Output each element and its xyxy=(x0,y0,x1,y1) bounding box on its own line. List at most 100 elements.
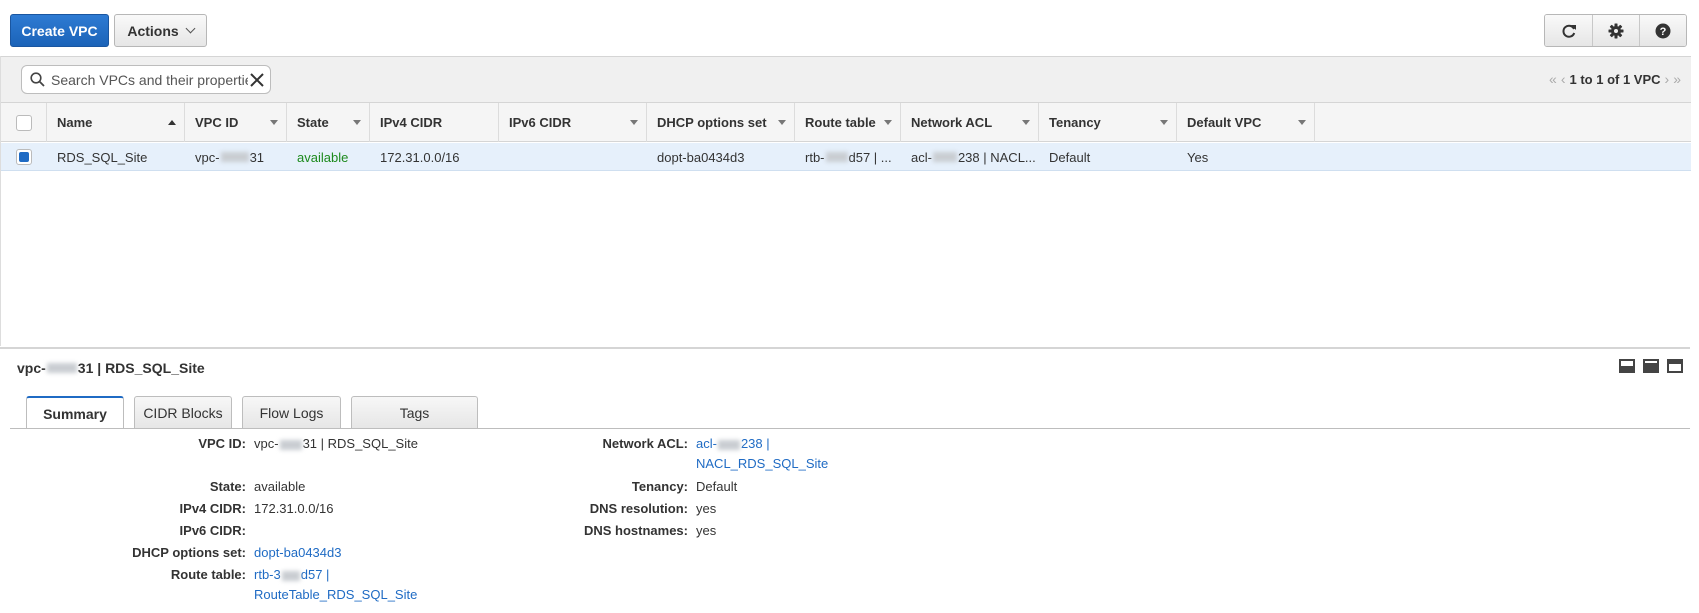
field-label: Tenancy: xyxy=(631,479,688,494)
help-button[interactable]: ? xyxy=(1639,15,1686,46)
detail-title: vpc- 31 | RDS_SQL_Site xyxy=(17,360,205,376)
cell-state: available xyxy=(297,149,349,165)
column-header-name[interactable]: Name xyxy=(47,103,185,142)
redacted-text xyxy=(717,439,740,450)
pagination: « ‹ 1 to 1 of 1 VPC › » xyxy=(1549,71,1681,87)
tool-group: ? xyxy=(1544,14,1687,47)
column-header-route-table[interactable]: Route table xyxy=(795,103,901,142)
field-value: Default xyxy=(696,479,738,494)
field-dns-resolution: DNS resolution: yes xyxy=(0,501,716,516)
column-header-vpc-id[interactable]: VPC ID xyxy=(185,103,287,142)
table-row[interactable]: RDS_SQL_Site vpc- 31 available 172.31.0.0… xyxy=(1,143,1691,171)
acl-prefix: acl- xyxy=(911,149,932,165)
field-label: Network ACL: xyxy=(602,436,688,451)
field-dns-hostnames: DNS hostnames: yes xyxy=(0,523,716,538)
layout-controls xyxy=(1619,359,1683,373)
column-label: Name xyxy=(57,115,93,130)
column-label: DHCP options set xyxy=(657,115,767,130)
acl-suffix: 238 | NACL... xyxy=(957,149,1036,165)
tab-cidr-blocks[interactable]: CIDR Blocks xyxy=(134,396,232,428)
column-header-tenancy[interactable]: Tenancy xyxy=(1039,103,1177,142)
first-page-icon[interactable]: « xyxy=(1549,71,1557,87)
tab-summary[interactable]: Summary xyxy=(26,396,124,429)
field-label: DHCP options set: xyxy=(132,545,246,560)
clear-search-icon[interactable] xyxy=(250,72,264,87)
column-header-dhcp[interactable]: DHCP options set xyxy=(647,103,795,142)
route-suffix: d57 | ... xyxy=(848,149,892,165)
cell-network-acl: acl- 238 | NACL... xyxy=(901,143,1039,171)
cell-default-vpc: Yes xyxy=(1187,149,1209,165)
settings-button[interactable] xyxy=(1592,15,1639,46)
route-prefix: rtb- xyxy=(805,149,825,165)
acl-prefix: acl- xyxy=(696,436,717,451)
layout-full-pane-icon[interactable] xyxy=(1667,359,1683,373)
tab-divider xyxy=(10,428,1690,429)
field-value: yes xyxy=(696,523,717,538)
column-header-ipv6-cidr[interactable]: IPv6 CIDR xyxy=(499,103,647,142)
column-label: Default VPC xyxy=(1187,115,1262,130)
column-label: IPv4 CIDR xyxy=(380,115,443,130)
chevron-down-icon xyxy=(185,23,196,34)
column-header-ipv4-cidr[interactable]: IPv4 CIDR xyxy=(370,103,499,142)
detail-title-suffix: 31 | RDS_SQL_Site xyxy=(77,360,205,376)
last-page-icon[interactable]: » xyxy=(1673,71,1681,87)
help-icon: ? xyxy=(1655,23,1671,38)
cell-dhcp: dopt-ba0434d3 xyxy=(657,149,745,165)
row-checkbox[interactable] xyxy=(16,149,32,165)
sort-icon xyxy=(1022,120,1030,125)
refresh-button[interactable] xyxy=(1545,15,1592,46)
sort-icon xyxy=(630,120,638,125)
route-table-name: RouteTable_RDS_SQL_Site xyxy=(254,587,418,602)
sort-asc-icon xyxy=(168,120,176,125)
route-table-link[interactable]: rtb-3 d57 | RouteTable_RDS_SQL_Site xyxy=(246,567,417,602)
actions-dropdown[interactable]: Actions xyxy=(114,14,207,47)
acl-name: NACL_RDS_SQL_Site xyxy=(696,456,829,471)
pager-text: 1 to 1 of 1 VPC xyxy=(1569,71,1661,87)
row-select-cell xyxy=(1,143,47,171)
select-all-checkbox[interactable] xyxy=(15,114,32,131)
column-header-state[interactable]: State xyxy=(287,103,370,142)
column-label: Tenancy xyxy=(1049,115,1101,130)
next-page-icon[interactable]: › xyxy=(1665,71,1670,87)
pane-splitter[interactable] xyxy=(0,347,1690,349)
field-route-table: Route table: rtb-3 d57 | RouteTable_RDS_SQ… xyxy=(0,567,417,602)
actions-label: Actions xyxy=(127,22,179,39)
column-header-default-vpc[interactable]: Default VPC xyxy=(1177,103,1315,142)
sort-icon xyxy=(353,120,361,125)
sort-icon xyxy=(270,120,278,125)
dhcp-link[interactable]: dopt-ba0434d3 xyxy=(246,545,341,560)
vpc-grid: « ‹ 1 to 1 of 1 VPC › » Name VPC ID Stat… xyxy=(0,56,1691,346)
redacted-text xyxy=(220,152,249,162)
table-header: Name VPC ID State IPv4 CIDR IPv6 CIDR DH… xyxy=(1,103,1691,142)
sort-icon xyxy=(884,120,892,125)
field-network-acl: Network ACL: acl- 238 | NACL_RDS_SQL_Site xyxy=(0,436,829,471)
create-vpc-button[interactable]: Create VPC xyxy=(10,14,109,47)
redacted-text xyxy=(932,152,957,162)
tab-flow-logs[interactable]: Flow Logs xyxy=(242,396,341,428)
search-input[interactable] xyxy=(49,70,250,89)
cell-tenancy: Default xyxy=(1049,149,1091,165)
sort-icon xyxy=(1160,120,1168,125)
tab-tags[interactable]: Tags xyxy=(351,396,478,428)
layout-small-pane-icon[interactable] xyxy=(1619,359,1635,373)
redacted-text xyxy=(281,570,300,581)
svg-text:?: ? xyxy=(1660,26,1667,38)
layout-half-pane-icon[interactable] xyxy=(1643,359,1659,373)
gear-icon xyxy=(1608,23,1624,38)
network-acl-link[interactable]: acl- 238 | NACL_RDS_SQL_Site xyxy=(688,436,828,471)
column-label: VPC ID xyxy=(195,115,239,130)
redacted-text xyxy=(825,152,848,162)
vpc-id-prefix: vpc- xyxy=(195,149,220,165)
route-suffix: d57 | xyxy=(300,567,330,582)
column-header-network-acl[interactable]: Network ACL xyxy=(901,103,1039,142)
field-tenancy: Tenancy: Default xyxy=(0,479,737,494)
detail-title-prefix: vpc- xyxy=(17,360,46,376)
search-bar: « ‹ 1 to 1 of 1 VPC › » xyxy=(1,56,1691,103)
prev-page-icon[interactable]: ‹ xyxy=(1561,71,1566,87)
field-label: Route table: xyxy=(170,567,246,582)
search-icon xyxy=(30,72,45,87)
cell-name: RDS_SQL_Site xyxy=(57,149,148,165)
cell-route-table: rtb-d57 | ... xyxy=(795,143,901,171)
column-label: IPv6 CIDR xyxy=(509,115,572,130)
cell-ipv6-cidr xyxy=(499,143,647,171)
